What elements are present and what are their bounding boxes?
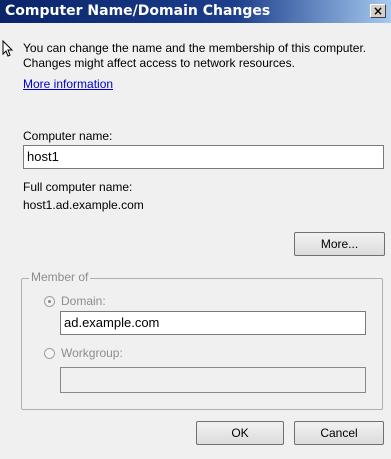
domain-value: ad.example.com [64, 315, 160, 330]
domain-radio[interactable] [44, 296, 55, 307]
cancel-button[interactable]: Cancel [294, 421, 384, 445]
window-title: Computer Name/Domain Changes [5, 3, 271, 19]
ok-button[interactable]: OK [196, 421, 284, 445]
computer-name-dialog: Computer Name/Domain Changes × You can c… [0, 0, 391, 459]
close-button[interactable]: × [370, 4, 386, 18]
domain-input[interactable]: ad.example.com [60, 311, 366, 335]
domain-radio-selected-dot [48, 300, 51, 303]
full-computer-name-label: Full computer name: [23, 180, 133, 194]
computer-name-label: Computer name: [23, 129, 113, 143]
workgroup-label: Workgroup: [61, 346, 123, 360]
computer-name-input[interactable]: host1 [23, 145, 384, 169]
intro-text: You can change the name and the membersh… [23, 41, 367, 70]
full-computer-name-value: host1.ad.example.com [23, 198, 144, 212]
more-button[interactable]: More... [294, 232, 385, 256]
workgroup-input[interactable] [60, 367, 366, 393]
member-of-legend: Member of [29, 270, 91, 284]
close-icon: × [372, 4, 384, 18]
more-information-link[interactable]: More information [23, 77, 113, 91]
mouse-cursor-icon [2, 40, 14, 57]
domain-label: Domain: [61, 294, 106, 308]
computer-name-value: host1 [27, 149, 59, 164]
title-bar[interactable]: Computer Name/Domain Changes × [0, 0, 391, 23]
workgroup-radio[interactable] [44, 348, 55, 359]
